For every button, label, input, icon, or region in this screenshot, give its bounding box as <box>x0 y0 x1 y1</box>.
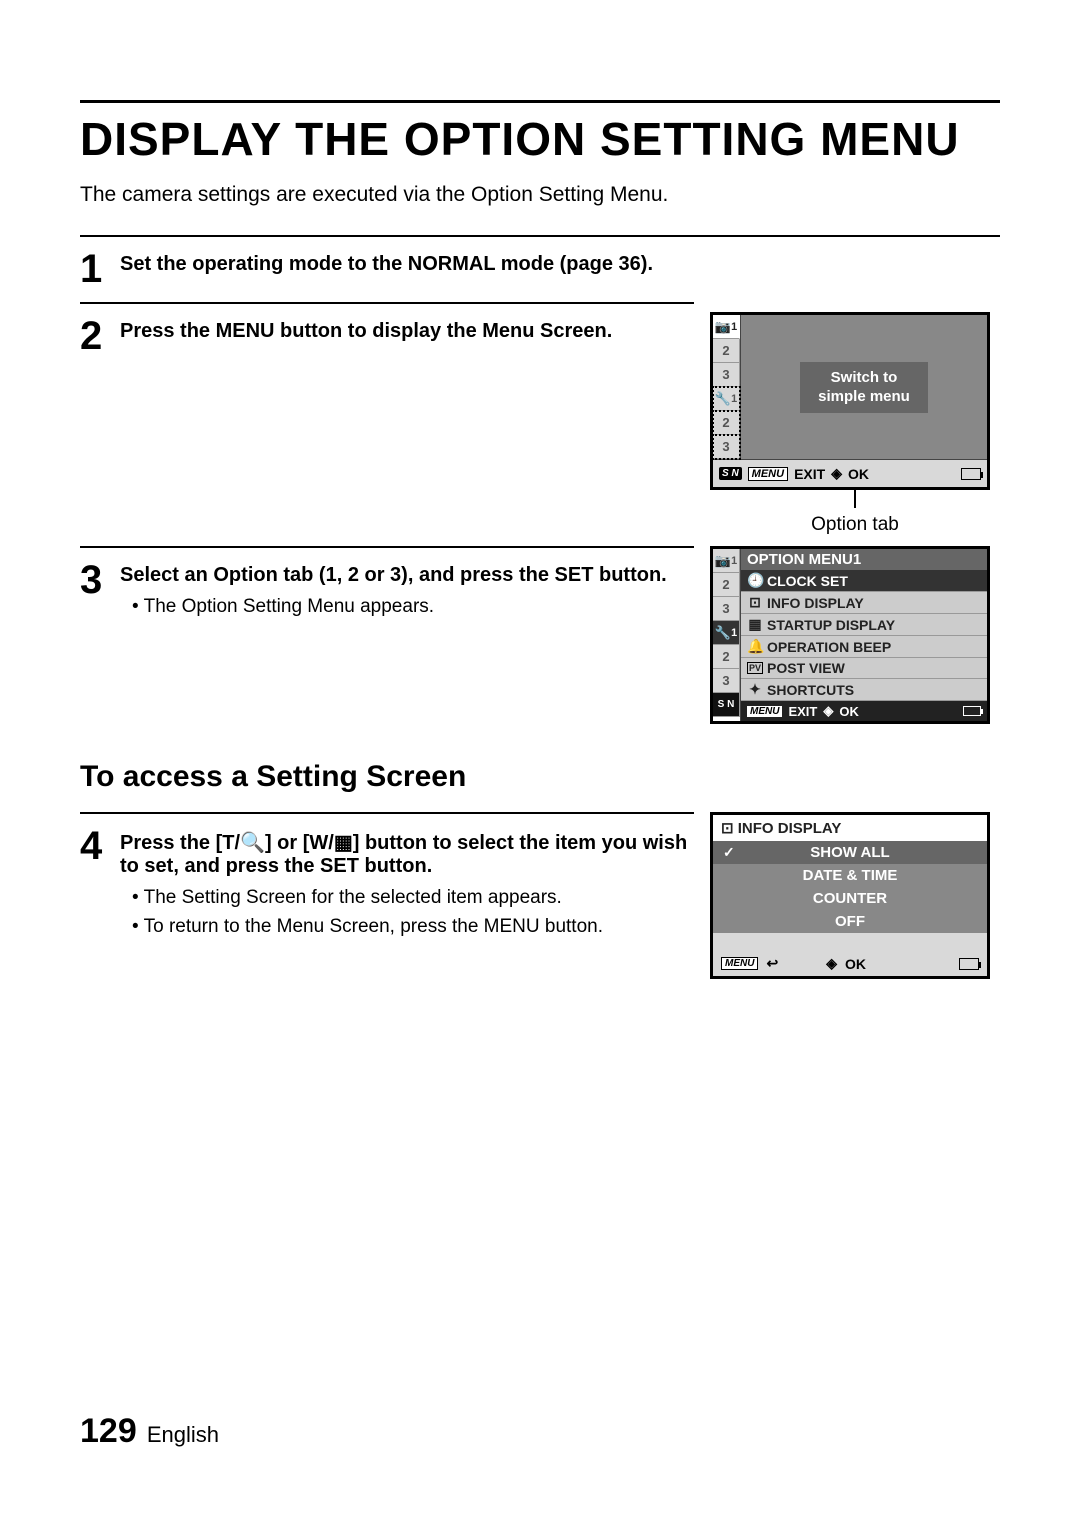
step-4-number: 4 <box>80 824 120 943</box>
clock-icon: 🕘 <box>747 572 763 589</box>
thumbnails-icon: ▦ <box>334 832 353 854</box>
lcd3-ok-label: OK <box>845 956 866 972</box>
return-icon: ↩ <box>766 955 778 972</box>
lcd2-item-clock-set: 🕘CLOCK SET <box>741 570 987 592</box>
callout-line <box>854 490 856 508</box>
info-display-icon: ⊡ <box>721 820 734 837</box>
check-icon: ✓ <box>723 844 735 861</box>
lcd2-item-operation-beep: 🔔OPERATION BEEP <box>741 636 987 658</box>
step-4-bullet-1: The Setting Screen for the selected item… <box>132 886 694 911</box>
lcd2-item-info-display: ⊡INFO DISPLAY <box>741 592 987 614</box>
lcd1-tab-top-2: 2 <box>713 339 740 363</box>
lcd-screen-3: ⊡ INFO DISPLAY ✓ SHOW ALL DATE & TIME CO… <box>710 812 990 979</box>
lcd2-title: OPTION MENU1 <box>741 549 987 570</box>
lcd1-option-tab-1: 🔧1 <box>713 387 740 411</box>
lcd2-menu-label: MENU <box>747 706 782 717</box>
lcd3-item-counter: COUNTER <box>713 887 987 910</box>
page-language: English <box>147 1422 219 1447</box>
step-4: 4 Press the [T/🔍] or [W/▦] button to sel… <box>80 812 694 943</box>
magnify-icon: 🔍 <box>240 832 265 854</box>
lcd1-exit-label: EXIT <box>794 466 825 482</box>
lcd2-option-tab-2: 2 <box>713 645 740 669</box>
bell-icon: 🔔 <box>747 638 763 655</box>
step-2: 2 Press the MENU button to display the M… <box>80 302 694 359</box>
battery-icon <box>959 958 979 970</box>
lcd3-item-show-all: ✓ SHOW ALL <box>713 841 987 864</box>
lcd3-title: ⊡ INFO DISPLAY <box>713 815 987 841</box>
subheading: To access a Setting Screen <box>80 760 1000 794</box>
diamond-icon: ◈ <box>826 955 837 972</box>
diamond-icon: ◈ <box>823 703 833 719</box>
lcd2-item-startup-display: ▦STARTUP DISPLAY <box>741 614 987 636</box>
lcd1-menu-label: MENU <box>748 467 788 481</box>
lcd2-item-shortcuts: ✦SHORTCUTS <box>741 679 987 701</box>
diamond-icon: ◈ <box>831 465 842 482</box>
lcd3-menu-label: MENU <box>721 957 758 970</box>
lcd3-item-date-time: DATE & TIME <box>713 864 987 887</box>
lcd2-tab-top-2: 2 <box>713 573 740 597</box>
shortcuts-icon: ✦ <box>747 681 763 698</box>
step-1-number: 1 <box>80 247 120 292</box>
top-rule <box>80 100 1000 103</box>
step-1-text: Set the operating mode to the NORMAL mod… <box>120 253 653 275</box>
step-2-number: 2 <box>80 314 120 359</box>
lcd-screen-1: 📷1 2 3 🔧1 2 3 Switch to simple menu <box>710 312 990 490</box>
lcd1-switch-box: Switch to simple menu <box>800 362 928 413</box>
battery-icon <box>963 706 981 716</box>
lcd3-footer: MENU ↩ ◈ OK <box>713 951 987 976</box>
page-footer: 129 English <box>80 1412 219 1451</box>
lcd1-footer: S N MENU EXIT ◈ OK <box>713 459 987 487</box>
lcd-screen-2: 📷1 2 3 🔧1 2 3 S N OPTION MENU1 🕘CLOCK SE… <box>710 546 990 724</box>
step-3-bullet: The Option Setting Menu appears. <box>132 595 694 620</box>
info-display-icon: ⊡ <box>747 594 763 611</box>
post-view-icon: PV <box>747 662 763 674</box>
step-1: 1 Set the operating mode to the NORMAL m… <box>80 235 1000 292</box>
lcd2-tab-column: 📷1 2 3 🔧1 2 3 S N <box>713 549 741 721</box>
page-title: DISPLAY THE OPTION SETTING MENU <box>80 115 1000 163</box>
startup-display-icon: ▦ <box>747 616 763 633</box>
lcd1-tab-column: 📷1 2 3 🔧1 2 3 <box>713 315 741 459</box>
step-2-text: Press the MENU button to display the Men… <box>120 320 612 342</box>
step-3-text: Select an Option tab (1, 2 or 3), and pr… <box>120 564 667 586</box>
lcd2-ok-label: OK <box>839 704 859 719</box>
step-3: 3 Select an Option tab (1, 2 or 3), and … <box>80 546 694 624</box>
lcd2-option-tab-1: 🔧1 <box>713 621 740 645</box>
lcd1-option-tab-2: 2 <box>713 411 740 435</box>
lcd1-main-area: Switch to simple menu <box>741 315 987 459</box>
lcd2-footer: MENU EXIT ◈ OK <box>741 701 987 721</box>
option-tab-callout: Option tab <box>710 514 1000 536</box>
lcd2-main-area: OPTION MENU1 🕘CLOCK SET ⊡INFO DISPLAY ▦S… <box>741 549 987 721</box>
step-4-bullet-2: To return to the Menu Screen, press the … <box>132 915 694 940</box>
battery-icon <box>961 468 981 480</box>
lcd2-option-tab-3: 3 <box>713 669 740 693</box>
step-3-number: 3 <box>80 558 120 624</box>
lcd3-gap <box>713 933 987 951</box>
lcd1-tab-top-3: 3 <box>713 363 740 387</box>
lcd1-tab-top-1: 📷1 <box>713 315 740 339</box>
lcd3-item-off: OFF <box>713 910 987 933</box>
page-number: 129 <box>80 1412 137 1450</box>
lcd1-ok-label: OK <box>848 466 869 482</box>
step-4-text: Press the [T/🔍] or [W/▦] button to selec… <box>120 832 687 877</box>
lcd2-sn-badge: S N <box>713 693 740 717</box>
lcd2-tab-top-3: 3 <box>713 597 740 621</box>
lcd2-exit-label: EXIT <box>788 704 817 719</box>
lcd2-tab-top-1: 📷1 <box>713 549 740 573</box>
lcd2-item-post-view: PVPOST VIEW <box>741 658 987 679</box>
lcd1-option-tab-3: 3 <box>713 435 740 459</box>
intro-text: The camera settings are executed via the… <box>80 183 1000 207</box>
lcd1-sn-badge: S N <box>719 467 742 480</box>
